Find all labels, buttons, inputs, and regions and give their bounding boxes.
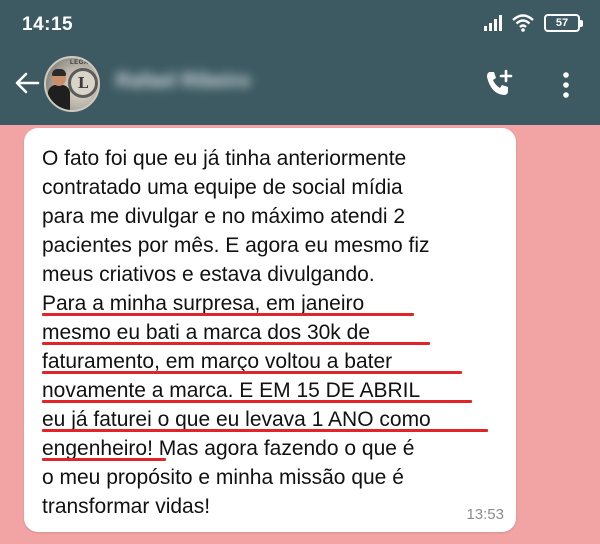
message-line: O fato foi que eu já tinha anteriormente (42, 147, 407, 170)
message-line: meus criativos e estava divulgando. (42, 263, 375, 286)
more-options-icon[interactable] (556, 70, 576, 100)
message-timestamp: 13:53 (466, 506, 504, 523)
status-icons: 57 (484, 14, 583, 32)
highlight-underline (42, 371, 462, 374)
message-line: para me divulgar e no máximo atendi 2 (42, 205, 406, 228)
status-time: 14:15 (22, 14, 74, 35)
wifi-icon (512, 14, 534, 32)
avatar-person (48, 69, 70, 110)
status-bar: 14:15 57 (0, 0, 600, 46)
avatar-logo-text: LEGACY (69, 60, 98, 66)
message-line: pacientes por mês. E agora eu mesmo fiz (42, 234, 430, 257)
highlight-underline (42, 429, 488, 432)
signal-bars-icon (484, 15, 502, 31)
message-line: o meu propósito e minha missão que é (42, 466, 404, 489)
highlight-underline (42, 342, 430, 345)
avatar-logo: L (68, 68, 98, 98)
top-app-bar: 14:15 57 LEGACY L Rafael Ribeiro (0, 0, 600, 125)
message-line: transformar vidas! (42, 495, 211, 518)
avatar[interactable]: LEGACY L (44, 56, 100, 112)
message-text: O fato foi que eu já tinha anteriormente… (42, 144, 512, 521)
add-call-icon[interactable] (482, 68, 514, 100)
avatar-logo-letter: L (77, 74, 89, 92)
back-arrow-icon[interactable] (12, 68, 42, 98)
highlight-underline (42, 400, 472, 403)
highlight-underline (42, 313, 414, 316)
battery-level: 57 (555, 17, 569, 29)
chat-header: LEGACY L Rafael Ribeiro (0, 50, 600, 120)
message-line: contratado uma equipe de social mídia (42, 176, 403, 199)
contact-name[interactable]: Rafael Ribeiro (116, 70, 250, 93)
highlight-underline (42, 458, 166, 461)
battery-icon: 57 (544, 14, 583, 32)
